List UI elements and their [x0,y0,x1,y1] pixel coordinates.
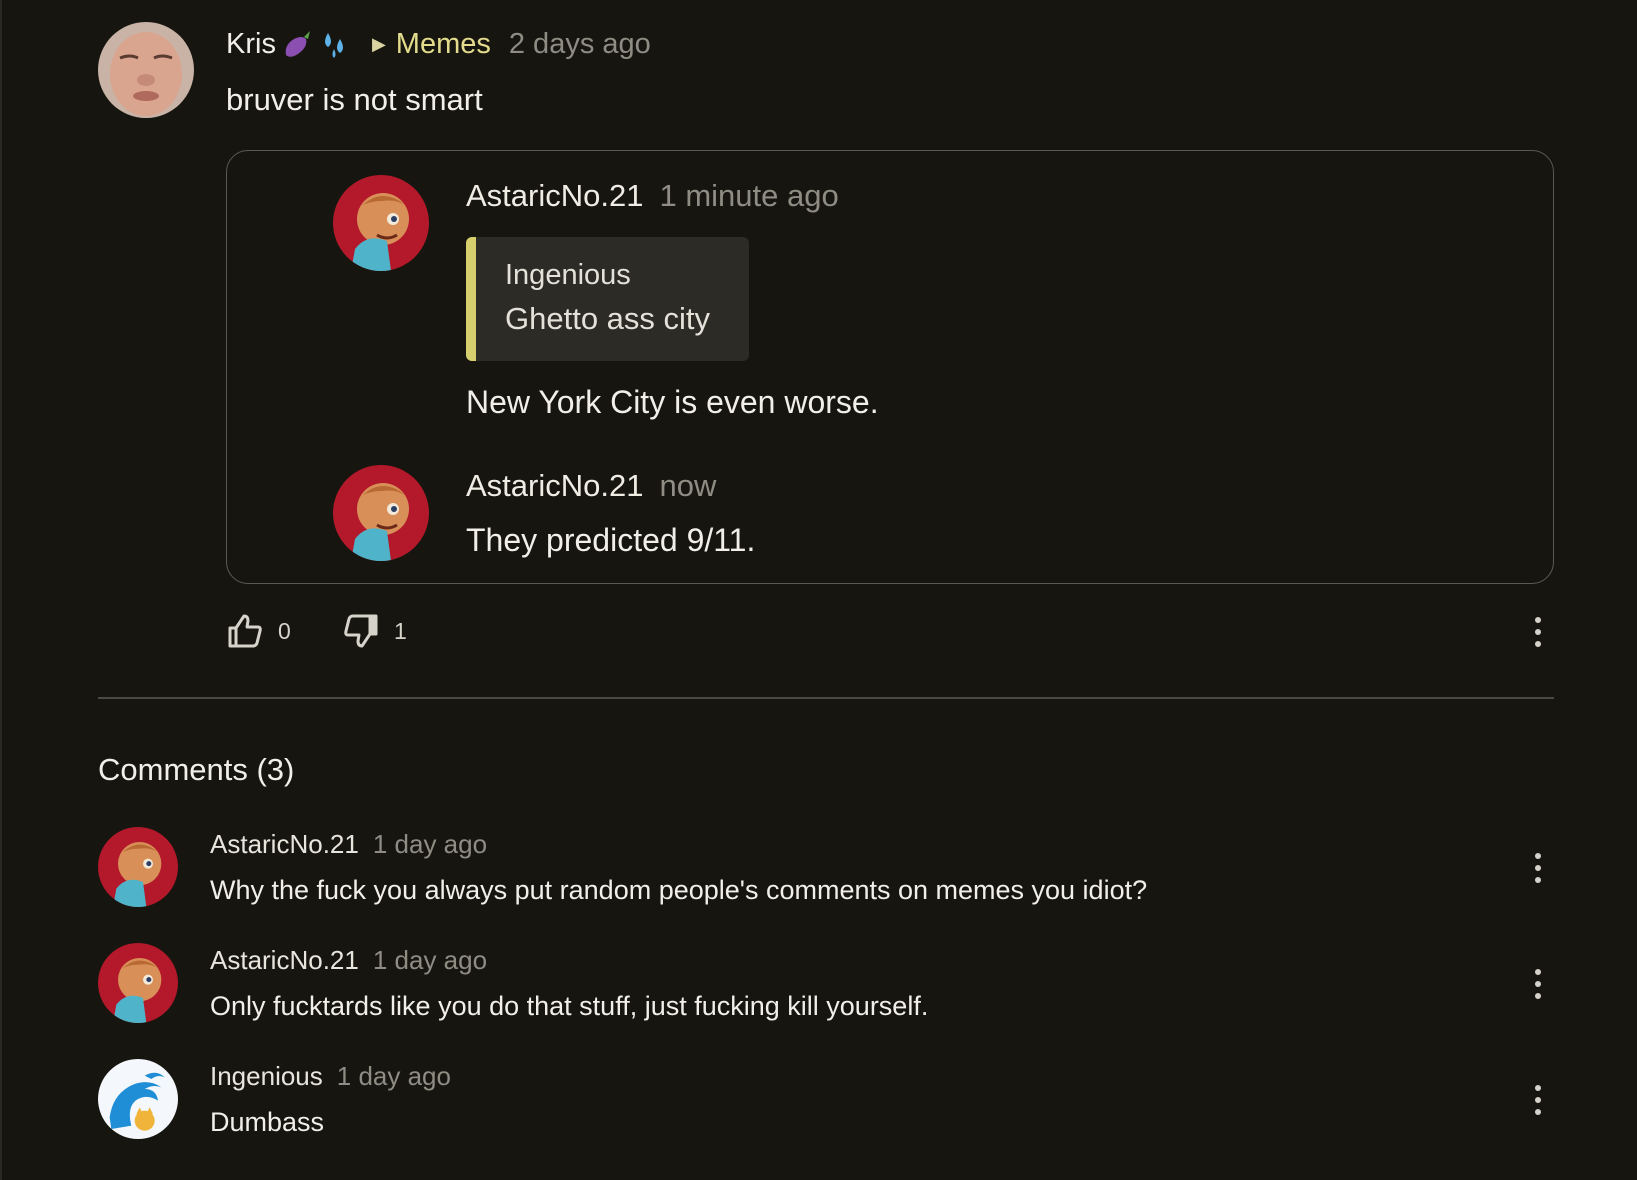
comment-more-options-icon[interactable] [1533,853,1543,883]
reply-author-name[interactable]: AstaricNo.21 [466,178,643,213]
caret-right-icon: ▶ [371,33,386,54]
reply-author-avatar[interactable] [333,175,429,271]
post-body-text: bruver is not smart [226,82,483,117]
reply-body-text: They predicted 9/11. [466,522,756,558]
thumbs-down-icon [344,614,378,648]
community-link[interactable]: Memes [396,28,491,61]
post-author-avatar[interactable] [98,22,194,118]
quote-accent-bar [466,237,476,361]
comment-more-options-icon[interactable] [1533,969,1543,999]
reply-timestamp: now [659,468,717,503]
quote-author: Ingenious [505,259,631,291]
reply-author-avatar[interactable] [333,465,429,561]
comment-author-avatar[interactable] [98,943,178,1023]
reply-body-text: New York City is even worse. [466,384,879,420]
comment-more-options-icon[interactable] [1533,1085,1543,1115]
reply-timestamp: 1 minute ago [659,178,839,213]
quoted-comment[interactable]: Ingenious Ghetto ass city [466,237,749,361]
left-border [0,0,2,1180]
comment-timestamp: 1 day ago [372,829,488,859]
quote-text: Ghetto ass city [505,301,711,336]
downvote-count: 1 [394,617,407,644]
comment-body-text: Why the fuck you always put random peopl… [210,875,1148,905]
reply-header: AstaricNo.21 now [466,468,716,504]
comment-header: AstaricNo.21 1 day ago [210,829,487,860]
upvote-count: 0 [278,617,291,644]
comment-header: Ingenious 1 day ago [210,1061,451,1092]
post-timestamp: 2 days ago [508,27,651,60]
downvote-button[interactable]: 1 [342,612,407,650]
comment-author-name[interactable]: Ingenious [210,1061,323,1091]
comment-author-avatar[interactable] [98,1059,178,1139]
comment-author-name[interactable]: AstaricNo.21 [210,829,359,859]
upvote-button[interactable]: 0 [226,612,291,650]
comment-header: AstaricNo.21 1 day ago [210,945,487,976]
sweat-droplets-emoji-icon [318,27,352,61]
comments-heading: Comments (3) [98,752,295,787]
eggplant-emoji-icon [280,27,314,61]
comment-body-text: Dumbass [210,1107,325,1137]
comment-timestamp: 1 day ago [372,945,488,975]
comment-timestamp: 1 day ago [336,1061,451,1091]
post-author-name[interactable]: Kris [226,28,276,61]
comment-author-name[interactable]: AstaricNo.21 [210,945,359,975]
section-divider [98,697,1554,699]
post-header: Kris ▶ Memes 2 days ago [226,24,651,64]
reply-author-name[interactable]: AstaricNo.21 [466,468,643,503]
thumbs-up-icon [228,614,262,648]
comment-thread-page: Kris ▶ Memes 2 days ago bruver is not sm… [0,0,1637,1180]
comment-body-text: Only fucktards like you do that stuff, j… [210,991,929,1021]
post-more-options-icon[interactable] [1533,617,1543,647]
comment-author-avatar[interactable] [98,827,178,907]
reply-header: AstaricNo.21 1 minute ago [466,178,839,214]
